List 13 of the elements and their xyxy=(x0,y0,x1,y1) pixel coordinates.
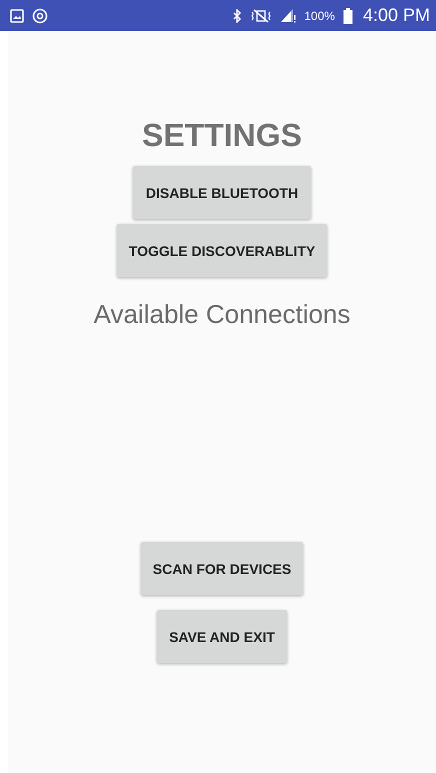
vibrate-off-icon xyxy=(250,8,272,22)
battery-percent: 100% xyxy=(304,8,335,22)
page-title: SETTINGS xyxy=(142,117,302,153)
action-button[interactable]: SAVE AND EXIT xyxy=(157,610,287,663)
action-button[interactable]: TOGGLE DISCOVERABLITY xyxy=(116,224,328,277)
signal-icon xyxy=(280,8,296,22)
action-button[interactable]: SCAN FOR DEVICES xyxy=(140,542,304,595)
action-button[interactable]: DISABLE BLUETOOTH xyxy=(132,166,312,219)
connections-heading: Available Connections xyxy=(94,299,350,330)
battery-icon xyxy=(342,8,353,24)
clock-time: 4:00 PM xyxy=(362,5,430,26)
image-icon xyxy=(10,8,24,22)
bluetooth-icon xyxy=(232,8,242,22)
